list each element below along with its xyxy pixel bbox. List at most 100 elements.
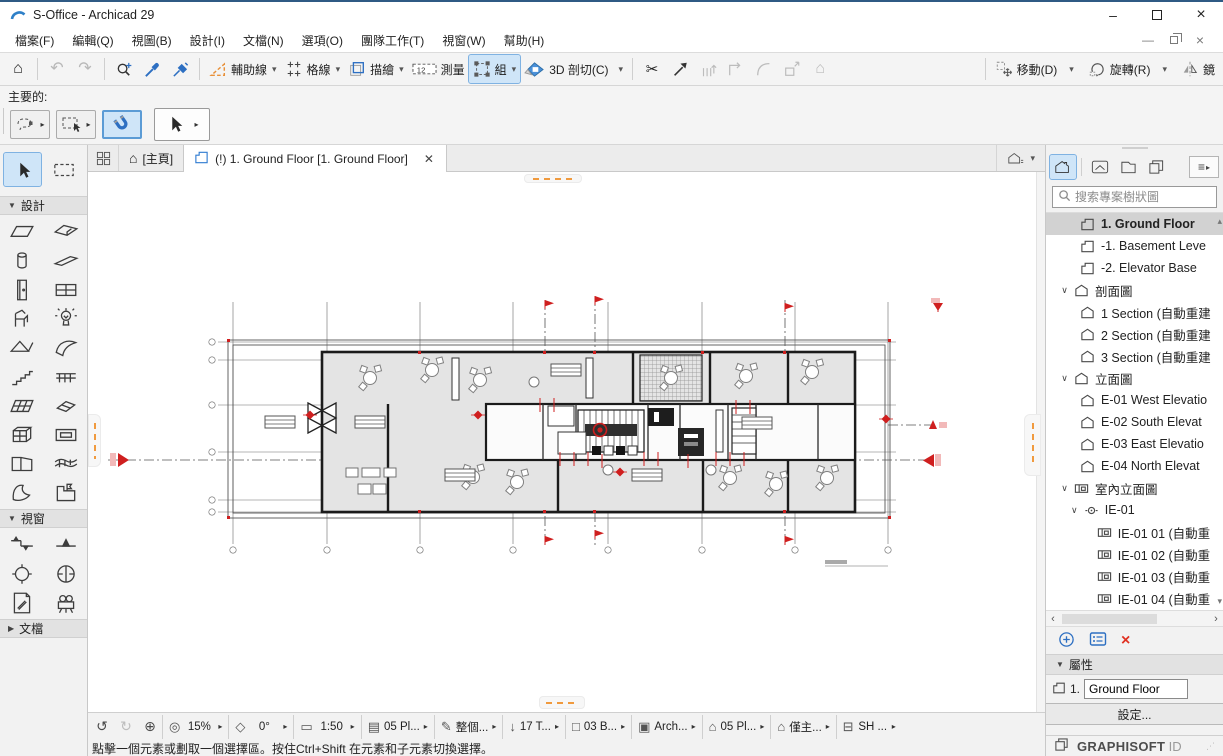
scroll-up-icon[interactable]: ▴ xyxy=(1217,216,1222,227)
document-minimize-button[interactable]: — xyxy=(1135,33,1161,47)
partial-structure-display-dropdown[interactable]: ⌂僅主...▸ xyxy=(770,715,835,739)
column-tool[interactable] xyxy=(0,246,44,275)
split-button[interactable]: ✂ xyxy=(638,55,666,83)
window-close-button[interactable]: × xyxy=(1179,2,1223,28)
morph-tool[interactable] xyxy=(0,478,44,507)
chevron-down-icon[interactable]: ∨ xyxy=(1059,285,1070,296)
floor-plan-canvas[interactable] xyxy=(88,172,1045,712)
skylight-tool[interactable] xyxy=(44,391,88,420)
navigator-menu-button[interactable]: ≡▸ xyxy=(1189,156,1219,178)
delete-item-button[interactable]: × xyxy=(1121,632,1130,650)
grid-snap-button[interactable]: 格線▾ xyxy=(281,55,345,83)
tree-item--[interactable]: ∨剖面圖 xyxy=(1046,279,1223,301)
find-select-button[interactable] xyxy=(110,55,138,83)
polygon-selection-button[interactable]: ▸ xyxy=(10,110,50,139)
wall-tool[interactable] xyxy=(0,217,44,246)
measure-button[interactable]: 12 測量 xyxy=(408,55,469,83)
resize-button[interactable] xyxy=(778,55,806,83)
view-map-button[interactable] xyxy=(1087,155,1113,179)
scroll-down-icon[interactable]: ▾ xyxy=(1217,596,1222,607)
guide-lines-button[interactable]: 輔助線▾ xyxy=(205,55,281,83)
cutaway-3d-button[interactable]: 3D 剖切(C)▾ xyxy=(520,55,627,83)
mirror-button[interactable]: 鏡 xyxy=(1177,55,1219,83)
project-map-button[interactable] xyxy=(1050,155,1076,179)
door-tool[interactable] xyxy=(0,275,44,304)
arrow-tool-button[interactable]: ▸ xyxy=(154,108,210,141)
tree-horizontal-scrollbar[interactable]: ‹ › xyxy=(1046,610,1223,626)
window-minimize-button[interactable]: – xyxy=(1091,2,1135,28)
chevron-down-icon[interactable]: ∨ xyxy=(1059,373,1070,384)
story-setting-dropdown[interactable]: ⌂05 Pl...▸ xyxy=(702,715,771,739)
magnet-snap-button[interactable] xyxy=(102,110,142,139)
toolbox-section-design[interactable]: ▼ 設計 xyxy=(0,196,87,215)
menu-item-1[interactable]: 檔案(F) xyxy=(6,29,63,52)
scroll-left-icon[interactable]: ‹ xyxy=(1046,611,1060,626)
tree-item-ie-01-01-[interactable]: IE-01 01 (自動重 xyxy=(1046,521,1223,543)
object-tool[interactable] xyxy=(0,304,44,333)
grid-element-tool[interactable] xyxy=(0,420,44,449)
menu-item-4[interactable]: 設計(I) xyxy=(181,29,234,52)
document-restore-button[interactable] xyxy=(1161,33,1187,47)
tree-item-1-section-[interactable]: 1 Section (自動重建 xyxy=(1046,301,1223,323)
tab-drag-handle-top[interactable] xyxy=(524,174,582,183)
menu-item-3[interactable]: 視圖(B) xyxy=(123,29,181,52)
zone-stamp-tool[interactable] xyxy=(44,478,88,507)
view-settings-dropdown[interactable]: ▾ xyxy=(996,145,1045,171)
menu-item-5[interactable]: 文檔(N) xyxy=(234,29,293,52)
publisher-button[interactable] xyxy=(1143,155,1169,179)
worksheet-tool[interactable] xyxy=(0,588,44,617)
previous-zoom-button[interactable]: ↺ xyxy=(90,715,114,739)
menu-item-7[interactable]: 團隊工作(T) xyxy=(352,29,433,52)
layout-book-button[interactable] xyxy=(1115,155,1141,179)
interior-elevation-tool[interactable] xyxy=(44,559,88,588)
tree-item-e-03-east-elevatio[interactable]: E-03 East Elevatio xyxy=(1046,433,1223,455)
corner-button[interactable] xyxy=(722,55,750,83)
marquee-tool[interactable] xyxy=(45,153,82,186)
tree-item--1-basement-leve[interactable]: -1. Basement Leve xyxy=(1046,235,1223,257)
document-close-button[interactable]: × xyxy=(1187,32,1213,48)
tree-item-e-02-south-elevat[interactable]: E-02 South Elevat xyxy=(1046,411,1223,433)
redo-button[interactable]: ↷ xyxy=(71,55,99,83)
chevron-down-icon[interactable]: ∨ xyxy=(1059,483,1070,494)
zone-tool[interactable] xyxy=(0,449,44,478)
camera-tool[interactable] xyxy=(44,588,88,617)
shell-tool[interactable] xyxy=(44,333,88,362)
tree-item--[interactable]: ∨立面圖 xyxy=(1046,367,1223,389)
rotation-angle-dropdown[interactable]: ◇0°▸ xyxy=(228,715,293,739)
panel-drag-handle-left[interactable] xyxy=(88,414,101,467)
next-zoom-button[interactable]: ↻ xyxy=(114,715,138,739)
add-story-button[interactable] xyxy=(1058,631,1075,651)
tree-item-ie-01-03-[interactable]: IE-01 03 (自動重 xyxy=(1046,565,1223,587)
surface-display-dropdown[interactable]: ⊟SH ...▸ xyxy=(836,715,902,739)
opening-tool[interactable] xyxy=(44,420,88,449)
railing-tool[interactable] xyxy=(44,362,88,391)
window-maximize-button[interactable] xyxy=(1135,2,1179,28)
pen-set-dropdown[interactable]: ✎整個...▸ xyxy=(434,715,503,739)
zoom-in-button[interactable]: ⊕ xyxy=(138,715,162,739)
tab-close-button[interactable]: ✕ xyxy=(422,152,436,166)
elevation-tool[interactable] xyxy=(44,530,88,559)
move-button[interactable]: 移動(D)▾ xyxy=(991,55,1078,83)
trace-reference-button[interactable]: 描繪▾ xyxy=(344,55,408,83)
layer-combination-dropdown[interactable]: ▤05 Pl...▸ xyxy=(361,715,434,739)
story-name-field[interactable] xyxy=(1084,679,1188,699)
zoom-level-dropdown[interactable]: ◎15%▸ xyxy=(162,715,228,739)
resize-grip[interactable]: ⋰ xyxy=(1206,741,1215,752)
pick-up-parameters-button[interactable] xyxy=(138,55,166,83)
tab-overview-button[interactable] xyxy=(88,145,118,171)
detail-tool[interactable] xyxy=(0,559,44,588)
window-tool[interactable] xyxy=(44,275,88,304)
tree-item--2-elevator-base[interactable]: -2. Elevator Base xyxy=(1046,257,1223,279)
tree-item-3-section-[interactable]: 3 Section (自動重建 xyxy=(1046,345,1223,367)
marker-style-dropdown[interactable]: □03 B...▸ xyxy=(565,715,631,739)
tree-item-ie-01-04-[interactable]: IE-01 04 (自動重 xyxy=(1046,587,1223,609)
menu-item-2[interactable]: 編輯(Q) xyxy=(63,29,122,52)
menu-item-8[interactable]: 視窗(W) xyxy=(433,29,494,52)
undo-button[interactable]: ↶ xyxy=(43,55,71,83)
intersect-button[interactable] xyxy=(694,55,722,83)
chevron-down-icon[interactable]: ∨ xyxy=(1069,505,1080,516)
rotate-button[interactable]: 旋轉(R)▾ xyxy=(1084,55,1171,83)
roof-tool[interactable] xyxy=(0,333,44,362)
menu-item-9[interactable]: 幫助(H) xyxy=(495,29,554,52)
tree-item-e-01-west-elevatio[interactable]: E-01 West Elevatio xyxy=(1046,389,1223,411)
